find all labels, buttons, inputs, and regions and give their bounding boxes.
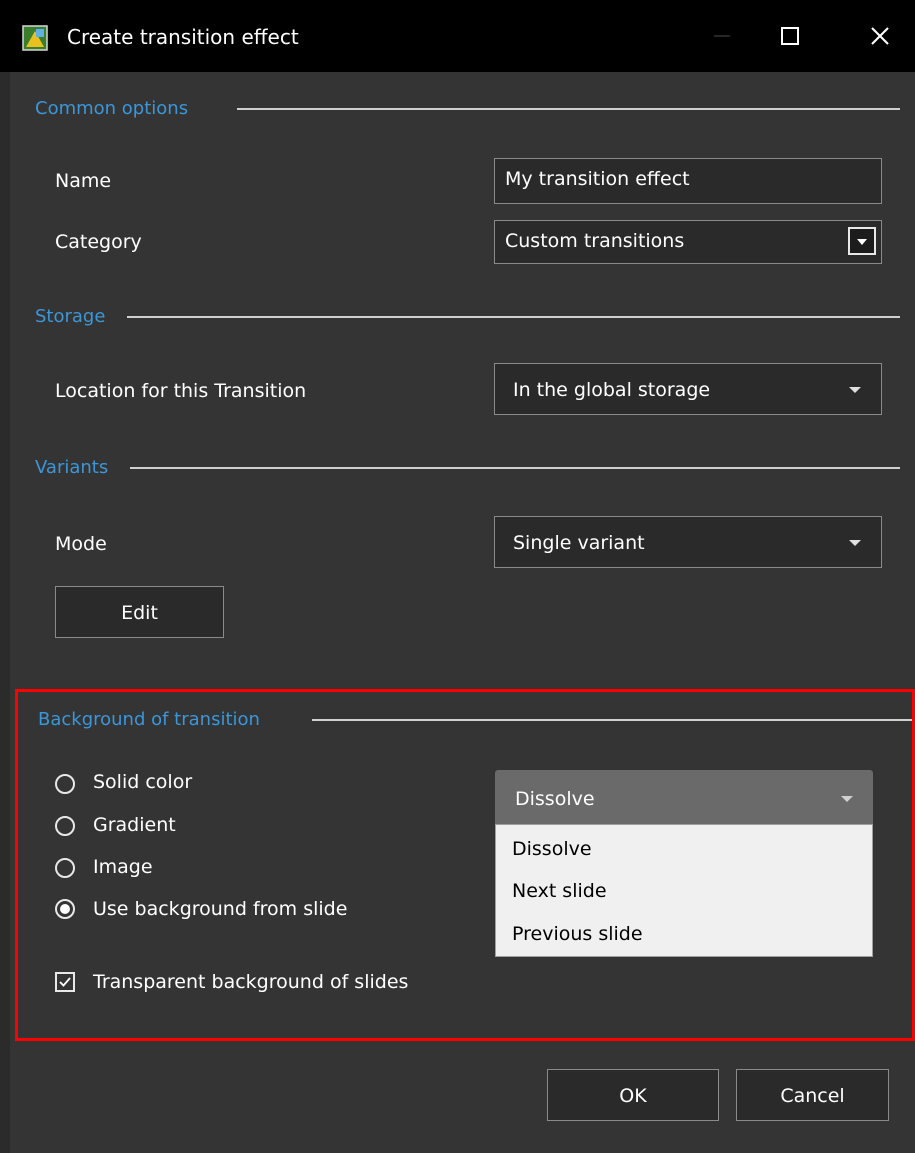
transparent-background-checkbox[interactable] <box>55 972 75 992</box>
name-input[interactable]: My transition effect <box>494 158 882 204</box>
background-dropdown-value: Dissolve <box>515 788 595 810</box>
chevron-down-icon <box>849 387 861 393</box>
app-icon <box>22 25 48 51</box>
storage-heading: Storage <box>35 306 106 327</box>
section-divider <box>312 719 912 721</box>
radio-gradient[interactable] <box>55 816 75 836</box>
cancel-button[interactable]: Cancel <box>736 1069 889 1121</box>
section-divider <box>237 108 900 110</box>
mode-select[interactable]: Single variant <box>494 516 882 568</box>
location-select[interactable]: In the global storage <box>494 363 882 415</box>
radio-solid-color[interactable] <box>55 774 75 794</box>
maximize-button[interactable] <box>760 16 820 56</box>
section-divider <box>130 467 900 469</box>
radio-gradient-label: Gradient <box>93 814 176 836</box>
background-dropdown[interactable]: Dissolve <box>495 770 873 824</box>
location-label: Location for this Transition <box>55 380 307 402</box>
section-divider <box>127 316 900 318</box>
mode-value: Single variant <box>513 532 645 554</box>
category-value: Custom transitions <box>505 230 685 252</box>
chevron-down-icon <box>841 796 853 802</box>
variants-heading: Variants <box>35 457 109 478</box>
radio-image[interactable] <box>55 858 75 878</box>
maximize-icon <box>780 26 800 46</box>
minimize-icon <box>712 26 732 46</box>
background-dropdown-list: Dissolve Next slide Previous slide <box>495 824 873 957</box>
chevron-down-icon <box>857 239 867 245</box>
radio-use-background-from-slide[interactable] <box>55 899 75 919</box>
close-icon <box>869 25 891 47</box>
dropdown-option-previous-slide[interactable]: Previous slide <box>512 921 643 947</box>
dropdown-option-next-slide[interactable]: Next slide <box>512 878 607 904</box>
mode-label: Mode <box>55 533 107 555</box>
radio-use-background-label: Use background from slide <box>93 898 348 920</box>
background-heading: Background of transition <box>38 709 260 730</box>
location-value: In the global storage <box>513 379 711 401</box>
window-title: Create transition effect <box>67 25 299 49</box>
close-button[interactable] <box>850 16 910 56</box>
transparent-background-label: Transparent background of slides <box>93 971 409 993</box>
name-label: Name <box>55 170 112 192</box>
category-dropdown-button[interactable] <box>848 227 876 255</box>
dropdown-option-dissolve[interactable]: Dissolve <box>512 836 592 862</box>
title-bar: Create transition effect <box>0 0 915 72</box>
ok-button[interactable]: OK <box>547 1069 719 1121</box>
minimize-button[interactable] <box>692 16 752 56</box>
common-options-heading: Common options <box>35 98 189 119</box>
chevron-down-icon <box>849 540 861 546</box>
edit-button[interactable]: Edit <box>55 586 224 638</box>
category-label: Category <box>55 231 142 253</box>
radio-image-label: Image <box>93 856 153 878</box>
radio-solid-color-label: Solid color <box>93 771 193 793</box>
category-select[interactable]: Custom transitions <box>494 220 882 264</box>
